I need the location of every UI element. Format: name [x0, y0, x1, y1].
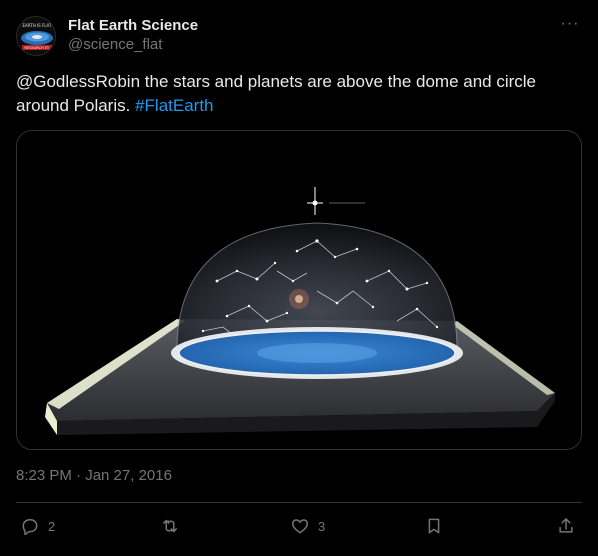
heart-icon [291, 519, 309, 534]
author-display-name[interactable]: Flat Earth Science [68, 16, 198, 35]
like-button[interactable]: 3 [290, 512, 325, 540]
retweet-button[interactable] [160, 512, 188, 540]
bookmark-icon [428, 518, 440, 534]
author-names: Flat Earth Science @science_flat [68, 16, 198, 55]
avatar[interactable]: EARTH IS FLAT RESEARCH IT! [16, 16, 56, 56]
tweet-timestamp[interactable]: 8:23 PM · Jan 27, 2016 [16, 466, 172, 486]
avatar-bottom-text: RESEARCH IT! [24, 46, 49, 50]
avatar-logo-icon: EARTH IS FLAT RESEARCH IT! [17, 17, 55, 55]
more-options-icon[interactable]: ··· [558, 14, 582, 38]
reply-icon [22, 519, 38, 536]
like-count: 3 [318, 518, 326, 534]
reply-button[interactable]: 2 [20, 512, 55, 540]
hashtag-link[interactable]: #FlatEarth [135, 96, 213, 115]
tweet-text: @GodlessRobin the stars and planets are … [16, 70, 576, 118]
bookmark-button[interactable] [424, 512, 444, 540]
tweet-card[interactable]: EARTH IS FLAT RESEARCH IT! Flat Earth Sc… [0, 0, 598, 556]
tweet-media[interactable] [16, 130, 582, 450]
share-icon [559, 518, 573, 533]
tweet-body-text: @GodlessRobin the stars and planets are … [16, 72, 537, 115]
retweet-icon [163, 519, 177, 533]
tweet-actions: 2 3 [16, 512, 582, 540]
tweet-header: EARTH IS FLAT RESEARCH IT! Flat Earth Sc… [16, 14, 582, 58]
avatar-top-text: EARTH IS FLAT [23, 23, 53, 28]
reply-count: 2 [48, 518, 56, 534]
share-button[interactable] [556, 512, 576, 540]
divider [16, 502, 582, 503]
author-handle[interactable]: @science_flat [68, 35, 198, 55]
dome-model-image [17, 131, 581, 449]
